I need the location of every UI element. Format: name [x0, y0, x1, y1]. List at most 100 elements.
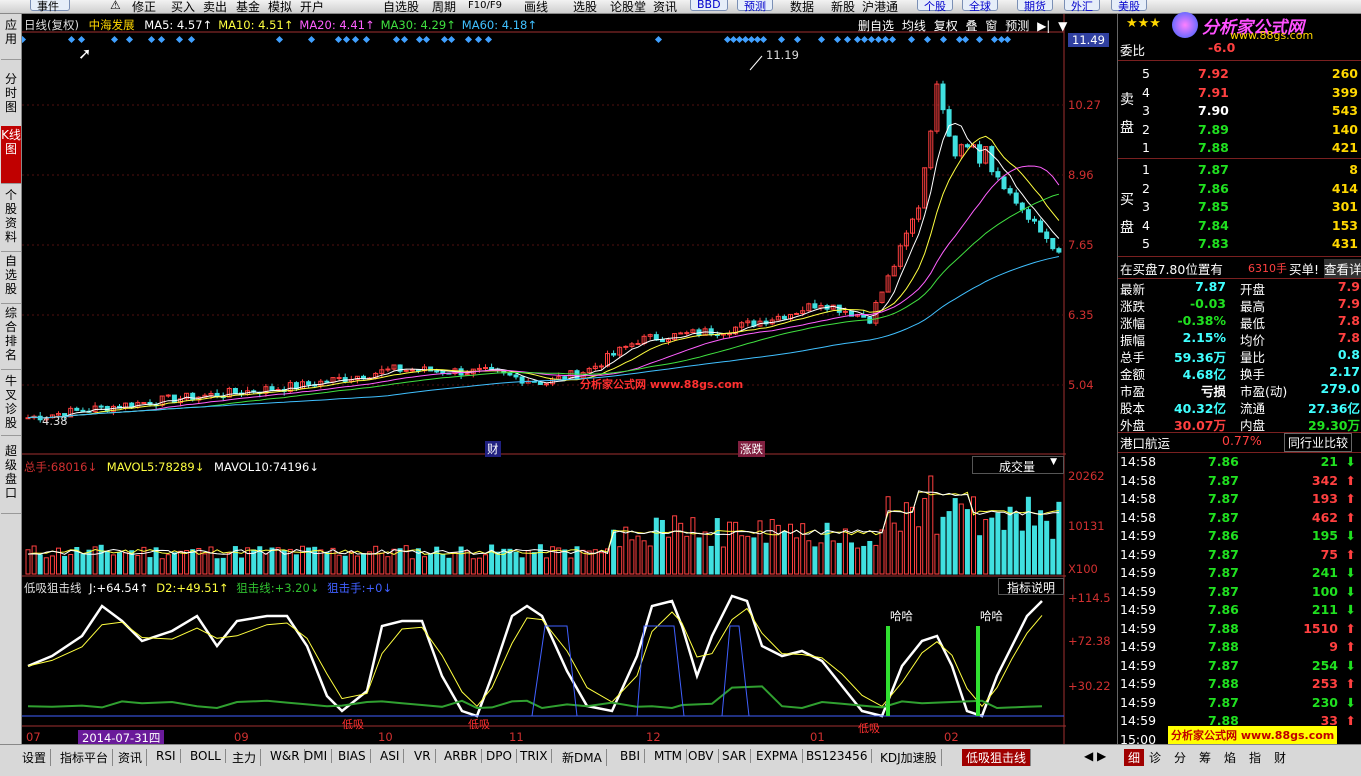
toolbar-f10[interactable]: F10/F9	[468, 0, 502, 11]
indicator-tab[interactable]: 新DMA	[562, 749, 607, 766]
right-panel-tab[interactable]: 分	[1174, 749, 1186, 766]
window-button[interactable]: 窗	[985, 19, 997, 33]
bid-row[interactable]: 2 7.86 414	[1118, 181, 1361, 199]
tick-row[interactable]: 14:59 7.88 1510 ⬆	[1118, 621, 1361, 639]
tab-intraday[interactable]: 分时图	[1, 70, 21, 130]
tab-apps[interactable]: 应用	[1, 16, 21, 60]
tick-row[interactable]: 14:59 7.87 241 ⬇	[1118, 565, 1361, 583]
tab-ranking[interactable]: 综合排名	[1, 304, 21, 370]
finance-marker[interactable]: 财	[485, 441, 501, 457]
arrow-right-icon[interactable]: ▶|	[1037, 19, 1050, 33]
right-panel-tab[interactable]: 指	[1249, 749, 1261, 766]
indicator-tab[interactable]: 低吸狙击线	[962, 749, 1032, 766]
toolbar-ipo[interactable]: 新股	[831, 0, 855, 13]
right-panel-tab[interactable]: 焰	[1224, 749, 1236, 766]
peer-compare-button[interactable]: 同行业比较	[1284, 433, 1353, 452]
ask-row[interactable]: 4 7.91 399	[1118, 85, 1361, 103]
tick-row[interactable]: 14:59 7.87 100 ⬇	[1118, 584, 1361, 602]
indicator-tab[interactable]: KDJ加速股	[880, 749, 942, 766]
indicator-tab[interactable]: TRIX	[520, 749, 553, 763]
indicator-tab[interactable]: 设置	[22, 749, 52, 766]
tick-row[interactable]: 14:59 7.87 254 ⬇	[1118, 658, 1361, 676]
scroll-arrows-icon[interactable]: ◀ ▶	[1084, 749, 1106, 763]
ma-button[interactable]: 均线	[902, 19, 926, 33]
sector-name[interactable]: 港口航运	[1120, 433, 1170, 452]
indicator-tab[interactable]: BIAS	[338, 749, 371, 763]
indicator-tab[interactable]: ASI	[380, 749, 405, 763]
indicator-tab[interactable]: OBV	[688, 749, 719, 763]
toolbar-select[interactable]: 选股	[573, 0, 597, 13]
tick-row[interactable]: 14:59 7.88 253 ⬆	[1118, 676, 1361, 694]
tick-row[interactable]: 14:59 7.86 211 ⬇	[1118, 602, 1361, 620]
chart-area[interactable]: 日线(复权) 中海发展 MA5: 4.57↑ MA10: 4.51↑ MA20: 4…	[22, 14, 1111, 746]
stat-row[interactable]: 振幅 2.15% 均价 7.8	[1118, 330, 1361, 348]
view-detail-link[interactable]: 查看详情	[1324, 259, 1361, 278]
toolbar-forex[interactable]: 外汇	[1064, 0, 1100, 13]
bid-row[interactable]: 5 7.83 431	[1118, 236, 1361, 254]
predict-button[interactable]: 预测	[1005, 19, 1029, 33]
stat-row[interactable]: 涨跌 -0.03 最高 7.9	[1118, 296, 1361, 314]
kline-chart-svg[interactable]	[22, 14, 1066, 744]
toolbar-forecast[interactable]: 预测	[737, 0, 773, 13]
toolbar-global[interactable]: 全球	[962, 0, 998, 13]
bbd-button[interactable]: BBD	[690, 0, 728, 11]
indicator-tab[interactable]: DMI	[304, 749, 333, 763]
indicator-tab[interactable]: 主力	[232, 749, 262, 766]
indicator-tab[interactable]: BOLL	[190, 749, 226, 763]
tab-diagnose[interactable]: 牛叉诊股	[1, 372, 21, 436]
bid-row[interactable]: 4 7.84 153	[1118, 218, 1361, 236]
indicator-tab[interactable]: RSI	[156, 749, 181, 763]
stat-row[interactable]: 总手 59.36万 量比 0.8	[1118, 347, 1361, 365]
ask-row[interactable]: 3 7.90 543	[1118, 103, 1361, 121]
stat-row[interactable]: 最新 7.87 开盘 7.9	[1118, 279, 1361, 297]
stat-row[interactable]: 外盘 30.07万 内盘 29.30万	[1118, 415, 1361, 433]
indicator-tab[interactable]: BS123456	[806, 749, 873, 763]
tick-row[interactable]: 14:59 7.88 9 ⬆	[1118, 639, 1361, 657]
tab-profile[interactable]: 个股资料	[1, 186, 21, 252]
indicator-tab[interactable]: DPO	[486, 749, 517, 763]
tick-row[interactable]: 14:59 7.86 195 ⬇	[1118, 528, 1361, 546]
indicator-tab[interactable]: 指标平台	[60, 749, 114, 766]
period-label[interactable]: 日线(复权)	[24, 18, 79, 32]
right-panel-tab[interactable]: 诊	[1149, 749, 1161, 766]
toolbar-news[interactable]: 资讯	[653, 0, 677, 13]
indicator-tab[interactable]: EXPMA	[756, 749, 803, 763]
toolbar-fund[interactable]: 基金	[236, 0, 260, 13]
ask-row[interactable]: 1 7.88 421	[1118, 140, 1361, 158]
toolbar-draw[interactable]: 画线	[524, 0, 548, 13]
bid-row[interactable]: 1 7.87 8	[1118, 162, 1361, 180]
ask-row[interactable]: 2 7.89 140	[1118, 122, 1361, 140]
stat-row[interactable]: 金额 4.68亿 换手 2.17	[1118, 364, 1361, 382]
tick-row[interactable]: 14:58 7.87 462 ⬆	[1118, 510, 1361, 528]
tick-row[interactable]: 14:58 7.86 21 ⬇	[1118, 454, 1361, 472]
ad-banner[interactable]: 分析家公式网 www.88gs.com	[1168, 726, 1338, 744]
big-order-notice[interactable]: 在买盘7.80位置有 6310手 买单! 查看详情	[1118, 259, 1361, 278]
right-panel-tab[interactable]: 财	[1274, 749, 1286, 766]
overlay-button[interactable]: 叠	[966, 19, 978, 33]
volume-dropdown[interactable]: 成交量 ▼	[972, 456, 1064, 474]
toolbar-sell[interactable]: 卖出	[203, 0, 227, 13]
indicator-help-button[interactable]: 指标说明	[998, 578, 1064, 595]
stat-row[interactable]: 市盈 亏损 市盈(动) 279.0	[1118, 381, 1361, 399]
indicator-tab[interactable]: 资讯	[118, 749, 148, 766]
right-panel-tab[interactable]: 筹	[1199, 749, 1211, 766]
chevron-down-icon[interactable]: ▼	[1058, 19, 1067, 33]
indicator-tab[interactable]: BBI	[620, 749, 646, 763]
indicator-tab[interactable]: VR	[414, 749, 436, 763]
stat-row[interactable]: 涨幅 -0.38% 最低 7.8	[1118, 313, 1361, 331]
adjust-button[interactable]: 复权	[934, 19, 958, 33]
tick-row[interactable]: 14:59 7.87 75 ⬆	[1118, 547, 1361, 565]
bid-row[interactable]: 3 7.85 301	[1118, 199, 1361, 217]
event-button[interactable]: 事件	[30, 0, 70, 13]
toolbar-forum[interactable]: 论股堂	[610, 0, 646, 13]
toolbar-data[interactable]: 数据	[790, 0, 814, 13]
tab-super-panel[interactable]: 超级盘口	[1, 442, 21, 514]
toolbar-fix[interactable]: 修正	[132, 0, 156, 13]
ask-row[interactable]: 5 7.92 260	[1118, 66, 1361, 84]
toolbar-watchlist[interactable]: 自选股	[383, 0, 419, 13]
toolbar-us[interactable]: 美股	[1111, 0, 1147, 13]
indicator-tab[interactable]: ARBR	[444, 749, 483, 763]
indicator-tab[interactable]: SAR	[722, 749, 752, 763]
toolbar-stock[interactable]: 个股	[917, 0, 953, 13]
toolbar-hk-connect[interactable]: 沪港通	[862, 0, 898, 13]
